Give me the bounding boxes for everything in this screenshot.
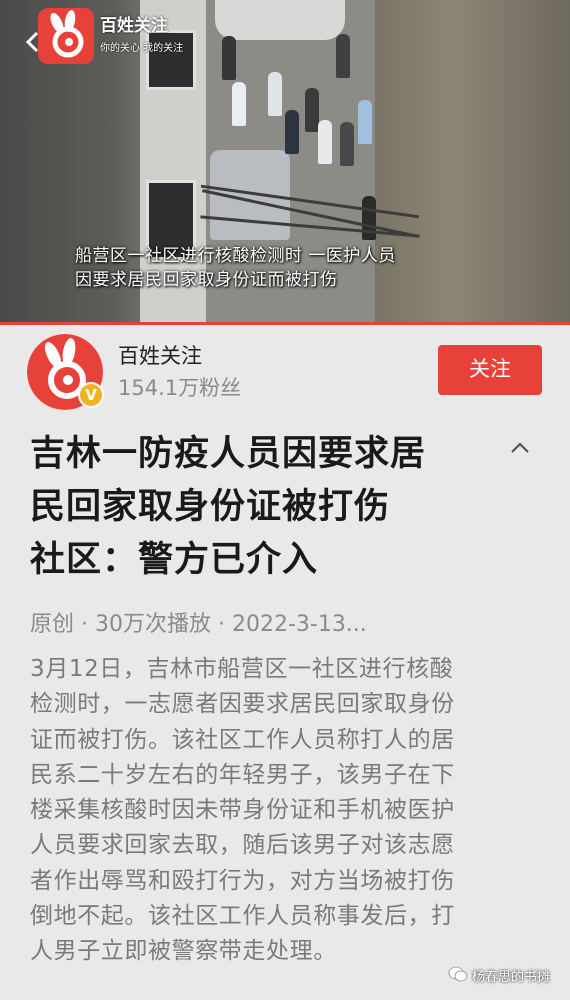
article-body-line: 民系二十岁左右的年轻男子，该男子在下 xyxy=(30,761,455,788)
verified-badge: V xyxy=(78,382,104,408)
video-frame-person xyxy=(285,110,299,154)
article-title-line: 社区：警方已介入 xyxy=(30,540,319,580)
video-frame-person xyxy=(268,72,282,116)
article-body-line: 楼采集核酸时因未带身份证和手机被医护 xyxy=(30,797,455,824)
video-player[interactable]: 船营区一社区进行核酸检测时 一医护人员 因要求居民回家取身份证而被打伤 百姓关注… xyxy=(0,0,570,325)
article-body-line: 者作出辱骂和殴打行为，对方当场被打伤 xyxy=(30,867,455,894)
video-caption: 船营区一社区进行核酸检测时 一医护人员 因要求居民回家取身份证而被打伤 xyxy=(75,244,495,292)
video-frame-person xyxy=(222,36,236,80)
article-title: 吉林一防疫人员因要求居 民回家取身份证被打伤 社区：警方已介入 xyxy=(30,428,500,587)
article-body-line: 人男子立即被警察带走处理。 xyxy=(30,938,337,965)
rabbit-logo-icon xyxy=(50,10,84,58)
author-name[interactable]: 百姓关注 xyxy=(118,340,202,370)
article-body-line: 人员要求回家去取，随后该男子对该志愿 xyxy=(30,832,455,859)
fans-count: 154.1万粉丝 xyxy=(118,376,242,400)
source-name: 百姓关注 xyxy=(100,16,168,36)
video-frame-person xyxy=(232,82,246,126)
wechat-icon xyxy=(448,966,468,982)
video-frame-person xyxy=(336,34,350,78)
video-frame-person xyxy=(340,122,354,166)
article-title-line: 民回家取身份证被打伤 xyxy=(30,487,391,527)
follow-button[interactable]: 关注 xyxy=(438,345,542,395)
watermark-text: 杨春思的书摊 xyxy=(472,970,551,985)
video-frame-car xyxy=(215,0,345,40)
article-body-line: 倒地不起。该社区工作人员称事发后，打 xyxy=(30,903,455,930)
video-frame-person xyxy=(305,88,319,132)
article-body-line: 证而被打伤。该社区工作人员称打人的居 xyxy=(30,726,455,753)
source-logo xyxy=(38,8,94,64)
article-title-line: 吉林一防疫人员因要求居 xyxy=(30,434,427,474)
article-meta: 原创 · 30万次播放 · 2022-3-13... xyxy=(30,612,367,637)
article-body-line: 3月12日，吉林市船营区一社区进行核酸 xyxy=(30,656,454,682)
article-body: 3月12日，吉林市船营区一社区进行核酸 检测时，一志愿者因要求居民回家取身份 证… xyxy=(30,652,540,970)
video-caption-line: 因要求居民回家取身份证而被打伤 xyxy=(75,270,338,290)
video-frame-person xyxy=(358,100,372,144)
video-progress-fill xyxy=(0,322,570,325)
video-progress-bar[interactable] xyxy=(0,322,570,325)
article-body-line: 检测时，一志愿者因要求居民回家取身份 xyxy=(30,691,455,718)
video-frame-person xyxy=(318,120,332,164)
chevron-up-icon[interactable] xyxy=(505,436,535,460)
source-slogan: 你的关心 我的关注 xyxy=(100,43,184,54)
video-caption-line: 船营区一社区进行核酸检测时 一医护人员 xyxy=(75,246,396,266)
